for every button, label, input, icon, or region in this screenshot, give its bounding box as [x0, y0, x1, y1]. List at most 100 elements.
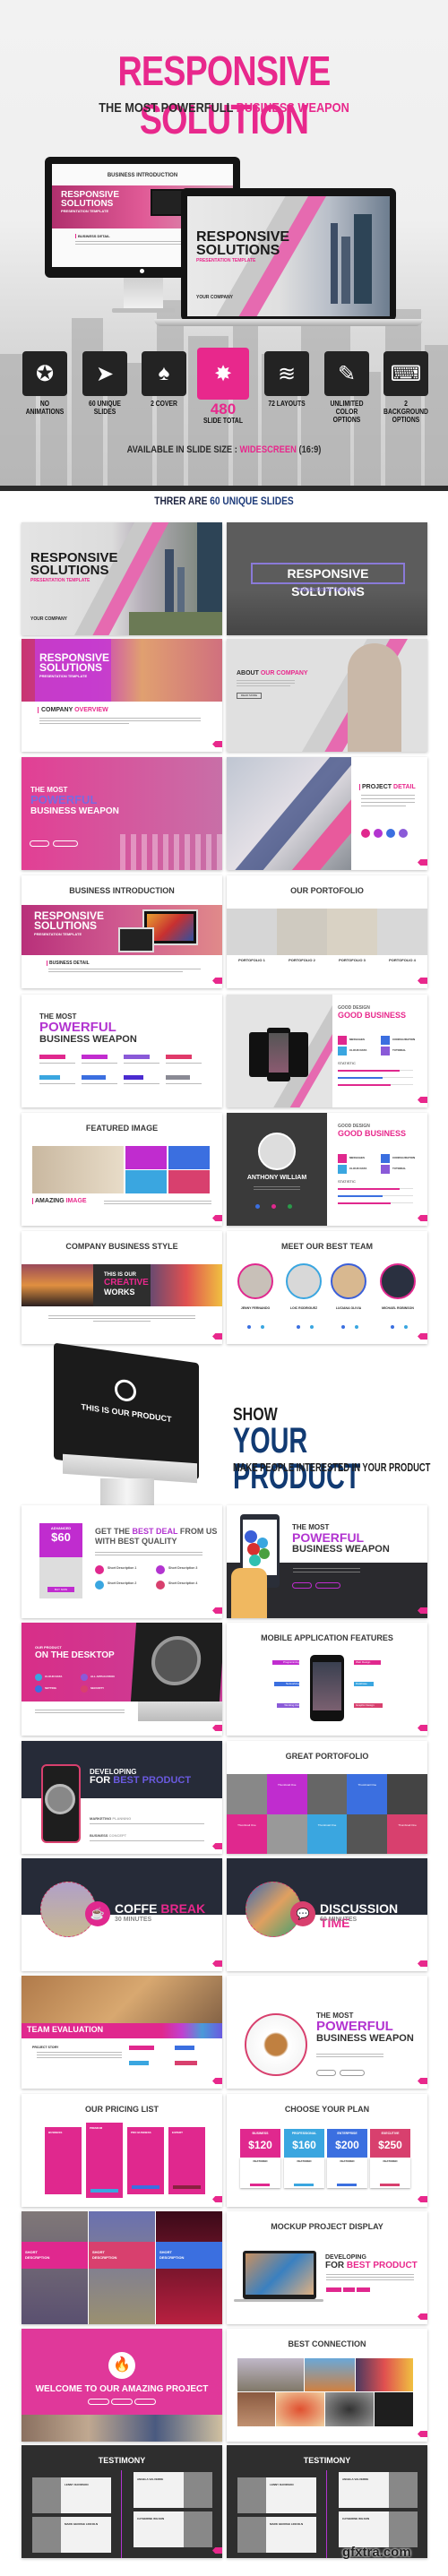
- slide-testimony[interactable]: TESTIMONY LENNY DAVIDSON ANGELA VALVERDE…: [227, 2445, 427, 2558]
- slide-meet-team[interactable]: MEET OUR BEST TEAM JENNY FERNANDO LOIC R…: [227, 1231, 427, 1344]
- slide-title-line: BUSINESS WEAPON: [30, 806, 119, 816]
- slide-button[interactable]: [340, 2070, 365, 2076]
- label-light: PLANNING: [112, 1816, 132, 1821]
- portfolio-tile: [306, 1774, 348, 1814]
- slide-pricing-list[interactable]: OUR PRICING LIST BUSINESS PREMIUM PRO BU…: [22, 2094, 222, 2207]
- twitter-icon[interactable]: [404, 1325, 408, 1329]
- slide-company-business-style[interactable]: COMPANY BUSINESS STYLE THIS IS OUR CREAT…: [22, 1231, 222, 1344]
- tag-label: [175, 2046, 194, 2050]
- vimeo-icon: [249, 1555, 261, 1566]
- gallery-photo: [356, 2358, 413, 2391]
- facebook-icon[interactable]: [391, 1325, 394, 1329]
- slide-powerful-tags[interactable]: THE MOST POWERFUL BUSINESS WEAPON: [22, 995, 222, 1107]
- slide-about-company[interactable]: ABOUT OUR COMPANY READ MORE: [227, 639, 427, 752]
- tag-label: [82, 1075, 106, 1080]
- hero-title: RESPONSIVE SOLUTION: [117, 47, 331, 142]
- slide-choose-plan[interactable]: CHOOSE YOUR PLAN BUSINESS $120 PROFESSIO…: [227, 2094, 427, 2207]
- slide-title-line: SOLUTIONS: [34, 919, 98, 932]
- buy-now-button[interactable]: BUY NOW: [47, 1587, 74, 1592]
- select-plan-button[interactable]: [337, 2184, 357, 2186]
- feature-label: SETTING: [45, 1686, 57, 1690]
- slide-button[interactable]: [88, 2399, 109, 2405]
- slide-featured-image[interactable]: FEATURED IMAGE AMAZING IMAGE: [22, 1113, 222, 1226]
- facebook-icon[interactable]: [247, 1325, 251, 1329]
- slide-button[interactable]: [111, 2399, 133, 2405]
- dribbble-icon: [271, 1204, 276, 1209]
- slide-total-number: 480: [210, 401, 237, 418]
- slide-developing-best-product[interactable]: DEVELOPING FOR BEST PRODUCT MARKETING PL…: [22, 1741, 222, 1854]
- portfolio-tile: [266, 1814, 307, 1854]
- slide-portfolio[interactable]: OUR PORTOFOLIO PORTOFOLIO 1 PORTOFOLIO 2…: [227, 875, 427, 988]
- feature-unique-slides: ➤ 60 UNIQUE SLIDES: [78, 351, 132, 416]
- slide-social-phone[interactable]: THE MOST POWERFUL BUSINESS WEAPON: [227, 1505, 427, 1618]
- section-label: PROJECT STORY: [32, 2046, 59, 2049]
- slide-button[interactable]: [53, 840, 78, 847]
- section-title: BUSINESS DETAIL: [47, 961, 90, 966]
- slide-profile-good-business[interactable]: ANTHONY WILLIAM GOOD DESIGN GOOD BUSINES…: [227, 1113, 427, 1226]
- slide-great-portfolio[interactable]: GREAT PORTOFOLIO Thumbnail One Thumbnail…: [227, 1741, 427, 1854]
- feature-slide-total: ✸ 480 SLIDE TOTAL: [196, 348, 250, 425]
- tag-button[interactable]: [326, 2287, 341, 2292]
- slide-title-highlight: POWERFUL: [30, 793, 98, 806]
- twitter-icon[interactable]: [310, 1325, 314, 1329]
- slide-project-detail[interactable]: PROJECT DETAIL: [227, 757, 427, 870]
- slide-short-description-grid[interactable]: SHORT DESCRIPTION SHORT DESCRIPTION SHORT D…: [22, 2211, 222, 2324]
- slide-product-desktop[interactable]: OUR PRODUCT ON THE DESKTOP CLOUD DATA AL…: [22, 1623, 222, 1736]
- team-member-name: JENNY FERNANDO: [240, 1306, 271, 1310]
- slide-title: PROJECT DETAIL: [359, 784, 416, 790]
- imac-mockup: [130, 1623, 222, 1702]
- section-heading-highlight: 60 UNIQUE SLIDES: [210, 495, 294, 507]
- plan-name: PRO BUSINESS: [131, 2131, 151, 2134]
- slide-mobile-app-features[interactable]: MOBILE APPLICATION FEATURES Programming …: [227, 1623, 427, 1736]
- slide-cover-dark[interactable]: RESPONSIVE SOLUTIONS PRESENTATION TEMPLA…: [227, 522, 427, 635]
- pricing-card-body: BUY NOW: [39, 1557, 82, 1598]
- laptop-tagline: PRESENTATION TEMPLATE: [196, 258, 256, 263]
- tag-button[interactable]: [357, 2287, 370, 2292]
- slide-good-business-phones[interactable]: GOOD DESIGN GOOD BUSINESS MESSAGES CONFI…: [227, 995, 427, 1107]
- monitor-title-2: SOLUTIONS: [61, 199, 114, 209]
- slide-mockup-project-display[interactable]: MOCKUP PROJECT DISPLAY DEVELOPING FOR BE…: [227, 2211, 427, 2324]
- slide-heading: MOBILE APPLICATION FEATURES: [261, 1633, 393, 1642]
- slide-button[interactable]: [316, 2070, 336, 2076]
- phone-mockup: [249, 1032, 269, 1077]
- slide-company-overview[interactable]: RESPONSIVE SOLUTIONS PRESENTATION TEMPLA…: [22, 639, 222, 752]
- slide-coffee-break[interactable]: ☕ COFFE BREAK 30 MINUTES: [22, 1858, 222, 1971]
- select-plan-button[interactable]: [380, 2184, 400, 2186]
- title-highlight: BEST PRODUCT: [346, 2261, 418, 2270]
- title-pink: IMAGE: [65, 1198, 87, 1204]
- portfolio-image: [227, 909, 277, 955]
- slide-discussion-time[interactable]: 💬 DISCUSSION TIME 60 MINUTES: [227, 1858, 427, 1971]
- slide-team-evaluation[interactable]: TEAM EVALUATION PROJECT STORY: [22, 1976, 222, 2089]
- page-number-tab: [418, 2078, 427, 2084]
- pricing-card: BUSINESS: [45, 2127, 82, 2194]
- slide-business-introduction[interactable]: BUSINESS INTRODUCTION RESPONSIVE SOLUTIO…: [22, 875, 222, 988]
- portfolio-tile: [227, 1774, 267, 1814]
- select-plan-button[interactable]: [294, 2184, 314, 2186]
- slide-tagline: PRESENTATION TEMPLATE: [39, 674, 88, 678]
- slide-powerful-burger[interactable]: THE MOST POWERFUL BUSINESS WEAPON: [227, 1976, 427, 2089]
- twitter-icon[interactable]: [355, 1325, 358, 1329]
- slide-best-deal[interactable]: ADVANCED $60 BUY NOW GET THE BEST DEAL F…: [22, 1505, 222, 1618]
- description-label: DESCRIPTION: [25, 2255, 50, 2260]
- portfolio-tile: [347, 1814, 388, 1854]
- slide-powerful-pink[interactable]: THE MOST POWERFUL BUSINESS WEAPON: [22, 757, 222, 870]
- slide-best-connection[interactable]: BEST CONNECTION: [227, 2329, 427, 2442]
- twitter-icon[interactable]: [261, 1325, 264, 1329]
- select-plan-button[interactable]: [250, 2184, 270, 2186]
- slide-button[interactable]: [292, 1582, 312, 1589]
- slide-welcome-project[interactable]: 🔥 WELCOME TO OUR AMAZING PROJECT: [22, 2329, 222, 2442]
- slide-button[interactable]: [315, 1582, 340, 1589]
- gallery-photo: [375, 2392, 413, 2426]
- slide-testimony[interactable]: TESTIMONY LENNY DAVIDSON ANGELA VALVERDE…: [22, 2445, 222, 2558]
- phone-mockup: [310, 1655, 344, 1721]
- facebook-icon[interactable]: [341, 1325, 345, 1329]
- read-more-button[interactable]: READ MORE: [237, 693, 262, 699]
- feature-label: CONFIGURATION: [392, 1156, 416, 1159]
- cloud-tile: [125, 1170, 167, 1193]
- facebook-icon[interactable]: [297, 1325, 300, 1329]
- slide-button[interactable]: [30, 840, 49, 847]
- tag-button[interactable]: [343, 2287, 355, 2292]
- section-title: AMAZING IMAGE: [32, 1198, 87, 1204]
- slide-cover-city[interactable]: RESPONSIVE SOLUTIONS PRESENTATION TEMPLA…: [22, 522, 222, 635]
- slide-button[interactable]: [134, 2399, 156, 2405]
